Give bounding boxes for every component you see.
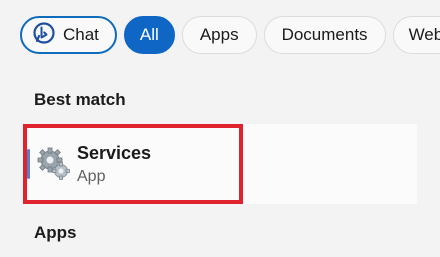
apps-filter-label: Apps bbox=[199, 25, 239, 44]
all-filter-button[interactable]: All bbox=[123, 16, 175, 54]
documents-filter-button[interactable]: Documents bbox=[263, 16, 386, 54]
chat-filter-label: Chat bbox=[63, 25, 99, 44]
chat-filter-button[interactable]: Chat bbox=[20, 16, 117, 54]
apps-section-heading: Apps bbox=[34, 223, 77, 242]
highlight-annotation-box bbox=[23, 124, 243, 204]
search-filter-bar: Chat All Apps Documents Web bbox=[20, 16, 440, 54]
apps-filter-button[interactable]: Apps bbox=[181, 16, 257, 54]
documents-filter-label: Documents bbox=[281, 25, 368, 44]
web-filter-button[interactable]: Web bbox=[392, 16, 440, 54]
bing-chat-icon bbox=[32, 21, 56, 50]
all-filter-label: All bbox=[139, 25, 159, 44]
web-filter-label: Web bbox=[408, 25, 440, 44]
best-match-heading: Best match bbox=[34, 90, 126, 109]
